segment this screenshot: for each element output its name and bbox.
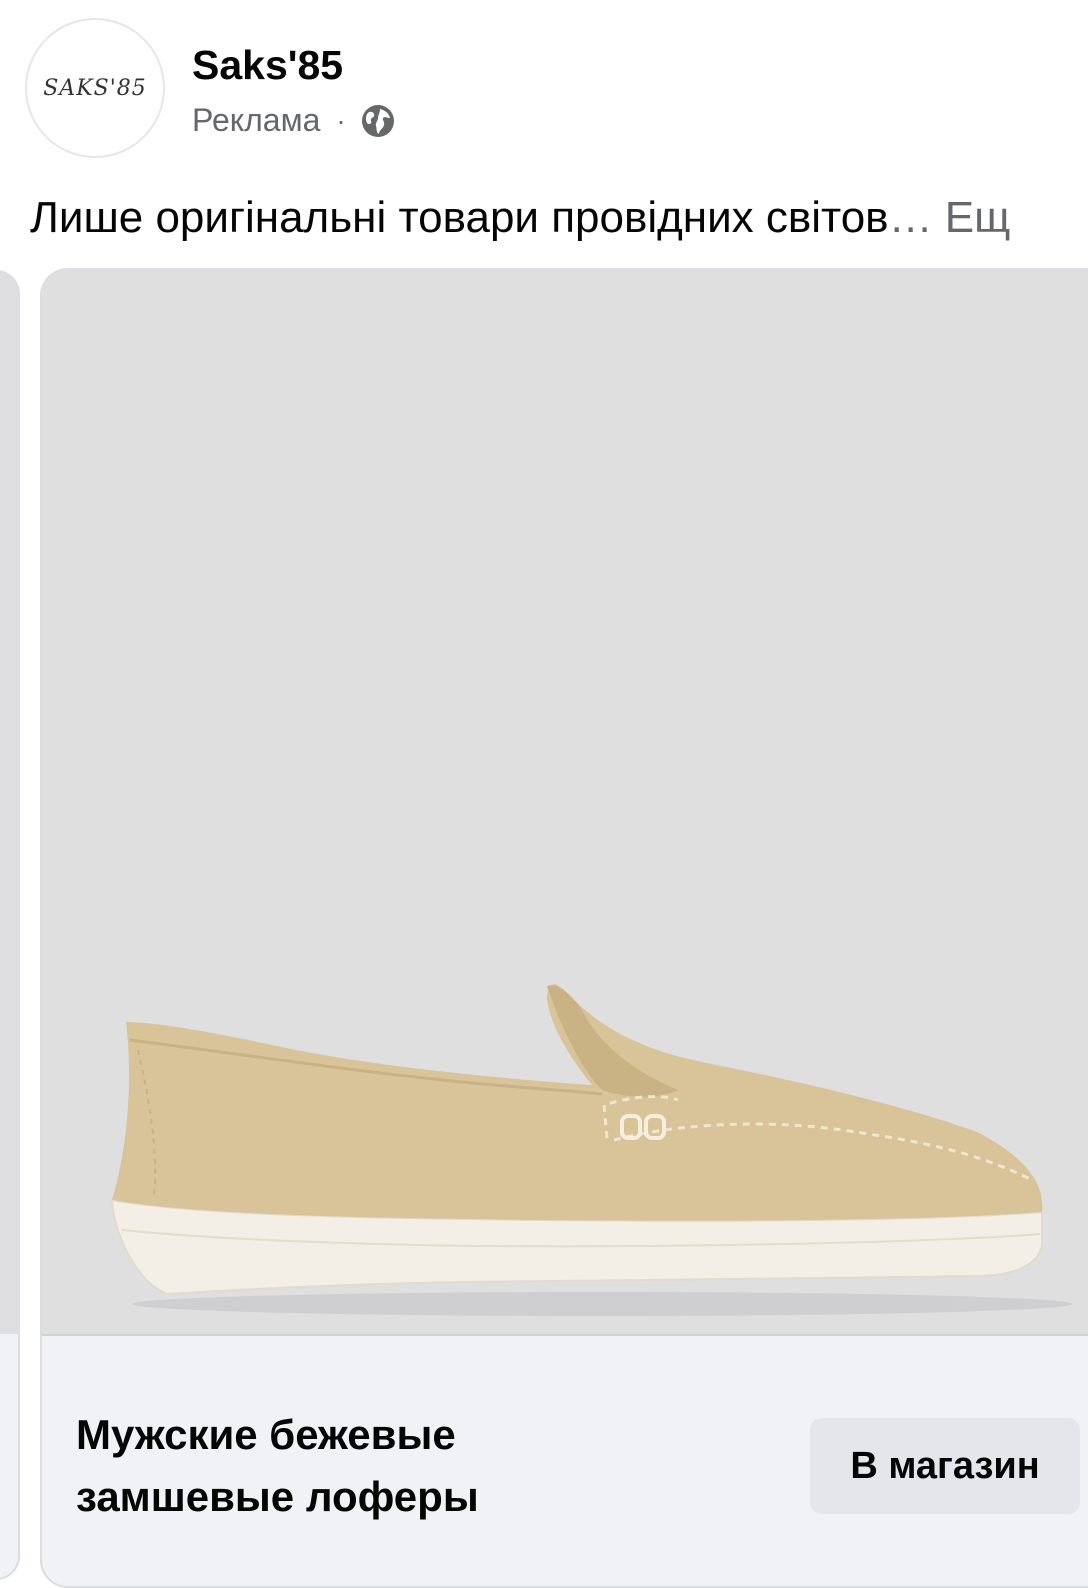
avatar-logo-text: SAKS'85 — [43, 75, 147, 101]
see-more-link[interactable]: Ещ — [945, 193, 1011, 242]
product-title[interactable]: Мужские бежевые замшевые лоферы — [76, 1404, 596, 1528]
card-footer: Мужские бежевые замшевые лоферы В магази… — [42, 1334, 1088, 1586]
product-image[interactable] — [42, 270, 1088, 1334]
shop-now-button[interactable]: В магазин — [810, 1418, 1080, 1514]
page-avatar[interactable]: SAKS'85 — [25, 18, 165, 158]
page-name-link[interactable]: Saks'85 — [192, 42, 343, 89]
caption-text: Лише оригінальні товари провідних світов — [30, 193, 889, 242]
loafer-illustration — [110, 984, 1072, 1316]
meta-separator: · — [336, 104, 346, 136]
previous-carousel-card[interactable] — [0, 270, 20, 1580]
post-caption: Лише оригінальні товари провідних світов… — [30, 193, 1010, 243]
caption-ellipsis: … — [888, 193, 933, 242]
sponsored-label[interactable]: Реклама — [192, 102, 320, 139]
carousel-card[interactable]: Мужские бежевые замшевые лоферы В магази… — [40, 268, 1088, 1588]
previous-card-footer — [0, 1334, 18, 1578]
post-meta: Реклама · — [192, 102, 396, 139]
globe-icon[interactable] — [360, 103, 396, 139]
